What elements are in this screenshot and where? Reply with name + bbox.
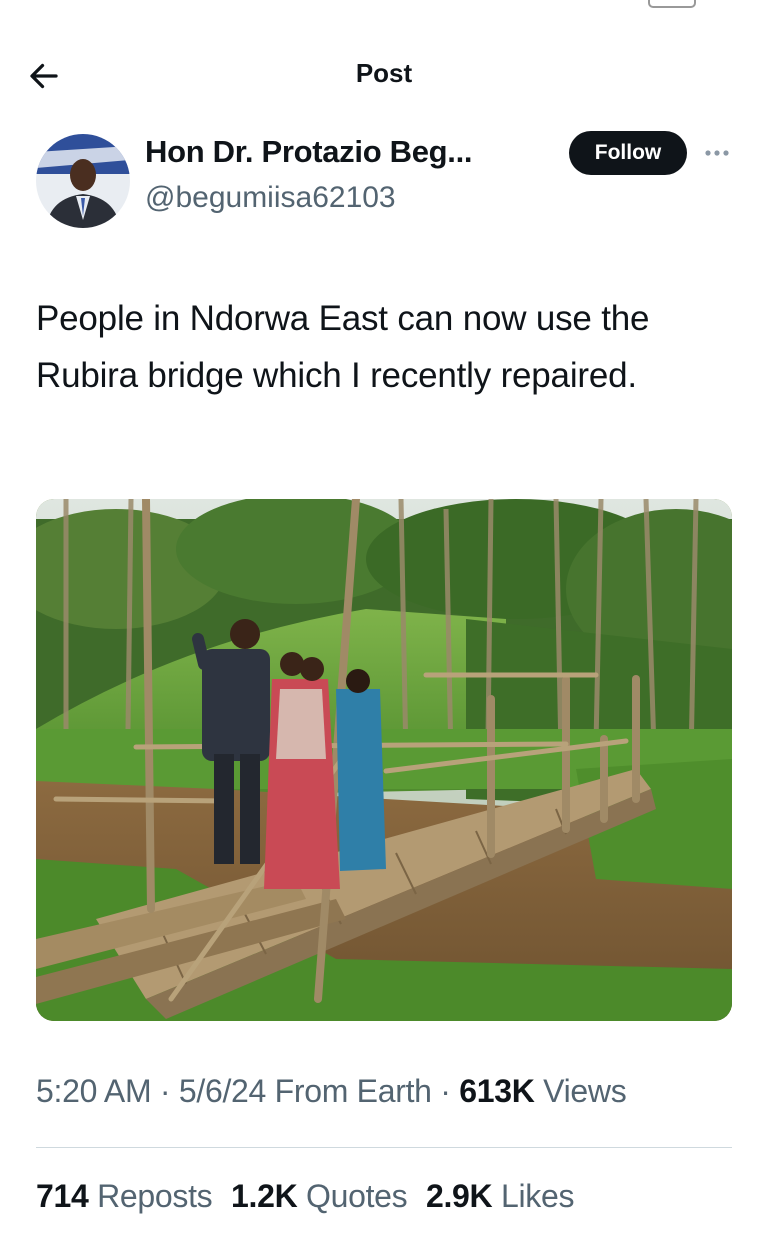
post-header: Post (0, 48, 768, 104)
divider (36, 1147, 732, 1148)
tweet-text: People in Ndorwa East can now use the Ru… (36, 299, 650, 395)
author-name[interactable]: Hon Dr. Protazio Beg... (145, 134, 473, 170)
likes-count: 2.9K (425, 1178, 493, 1214)
tweet-photo[interactable] (36, 499, 732, 1021)
avatar-image (36, 134, 130, 228)
more-options-button[interactable] (700, 138, 734, 168)
views-count: 613K (459, 1073, 535, 1109)
follow-button[interactable]: Follow (569, 131, 687, 175)
likes-stat[interactable]: 2.9K Likes (425, 1178, 575, 1214)
engagement-stats: 714 Reposts 1.2K Quotes 2.9K Likes (36, 1178, 584, 1215)
quotes-label: Quotes (305, 1178, 408, 1214)
quotes-stat[interactable]: 1.2K Quotes (230, 1178, 408, 1214)
meta-separator: · (151, 1073, 179, 1109)
more-horizontal-icon (705, 150, 729, 156)
likes-label: Likes (500, 1178, 575, 1214)
post-meta: 5:20 AM · 5/6/24 From Earth · 613K Views (36, 1073, 627, 1110)
avatar[interactable] (36, 134, 130, 228)
bridge-photo (36, 499, 732, 1021)
post-date[interactable]: 5/6/24 (179, 1073, 266, 1109)
reposts-stat[interactable]: 714 Reposts (36, 1178, 213, 1214)
reposts-label: Reposts (97, 1178, 213, 1214)
reposts-count: 714 (36, 1178, 89, 1214)
quotes-count: 1.2K (230, 1178, 298, 1214)
post-source: From Earth (266, 1073, 432, 1109)
views-label: Views (534, 1073, 627, 1109)
battery-icon (648, 0, 696, 8)
meta-separator: · (431, 1073, 460, 1109)
post-time[interactable]: 5:20 AM (36, 1073, 152, 1109)
status-bar (0, 0, 768, 8)
page-title: Post (355, 58, 413, 88)
author-handle[interactable]: @begumiisa62103 (145, 181, 396, 215)
post-screen: Post Hon Dr. Protazio Beg... @begumiisa6… (0, 0, 768, 1239)
